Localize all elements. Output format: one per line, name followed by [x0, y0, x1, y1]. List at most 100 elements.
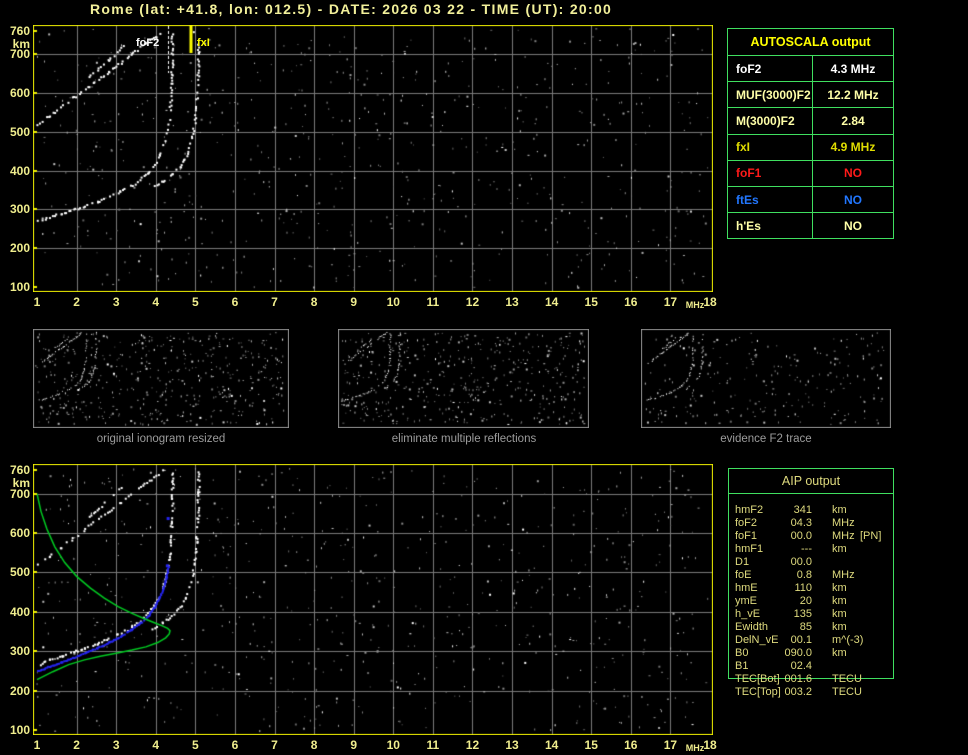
autoscala-table-header: AUTOSCALA output: [750, 35, 871, 49]
parameter-unit: km: [832, 504, 847, 516]
parameter-name: B0: [735, 647, 749, 659]
x-tick-label: 4: [152, 738, 160, 752]
autoscala-row: fxI 4.9 MHz: [728, 133, 893, 160]
parameter-value: 090.0: [784, 647, 812, 659]
aip-row: h_vE 135 km: [728, 608, 892, 621]
x-tick-label: 5: [192, 738, 199, 752]
parameter-name: D1: [735, 556, 750, 568]
frequency-unit-label: MHz: [685, 743, 705, 753]
parameter-value: 341: [793, 504, 812, 516]
x-tick-label: 15: [584, 738, 598, 752]
parameter-unit: km: [832, 595, 847, 607]
parameter-value: NO: [844, 166, 862, 181]
parameter-value: 00.0: [790, 556, 812, 568]
x-tick-label: 4: [152, 295, 160, 309]
parameter-value: ---: [801, 543, 812, 555]
parameter-name: foF1: [735, 530, 758, 542]
y-tick-label: 600: [9, 86, 30, 101]
foF2-marker-label: foF2: [136, 37, 160, 49]
x-tick-label: 14: [544, 295, 559, 309]
x-tick-label: 11: [426, 295, 440, 309]
parameter-value: NO: [844, 192, 862, 207]
panel-evidence-caption: evidence F2 trace: [720, 433, 812, 445]
x-tick-label: 3: [112, 738, 120, 752]
x-tick-label: 15: [584, 295, 598, 309]
parameter-unit: TECU: [832, 686, 862, 698]
parameter-name: MUF(3000)F2: [736, 87, 811, 102]
parameter-name: ftEs: [736, 192, 759, 207]
aip-row: TEC[Top] 003.2 TECU: [728, 686, 892, 699]
aip-row: Ewidth 85 km: [728, 621, 892, 634]
x-tick-label: 17: [663, 295, 678, 309]
top-ionogram-canvas: [33, 25, 713, 292]
x-tick-label: 16: [624, 295, 638, 309]
parameter-value: 00.1: [790, 634, 812, 646]
parameter-unit: MHz: [832, 530, 855, 542]
aip-row: DelN_vE 00.1 m^(-3): [728, 634, 892, 647]
autoscala-output-table: AUTOSCALA output foF2 4.3 MHz MUF(3000)F2 1…: [727, 28, 894, 239]
x-tick-label: 6: [231, 738, 239, 752]
x-tick-label: 7: [271, 738, 278, 752]
parameter-value: 12.2 MHz: [827, 87, 879, 102]
x-tick-label: 16: [624, 738, 638, 752]
parameter-value: 04.3: [790, 517, 812, 529]
x-tick-label: 3: [112, 295, 120, 309]
aip-table-body: hmF2 341 km foF2 04.3 MHz foF1 00.0 MHz [PN] hmF1 -…: [728, 504, 892, 699]
bottom-ionogram-canvas: [33, 464, 713, 735]
autoscala-row: ftEs NO: [728, 185, 893, 212]
y-tick-label: 600: [9, 526, 30, 541]
y-tick-label: 300: [9, 202, 30, 217]
parameter-value: NO: [844, 218, 862, 233]
parameter-name: foF2: [736, 61, 762, 76]
aip-row: foF1 00.0 MHz [PN]: [728, 530, 892, 543]
station-title: Rome (lat: +41.8, lon: 012.5) - DATE: 20…: [90, 1, 613, 17]
x-tick-label: 6: [231, 295, 239, 309]
parameter-value: 0.8: [796, 569, 812, 581]
autoscala-row: MUF(3000)F2 12.2 MHz: [728, 81, 893, 107]
parameter-name: hmF1: [735, 543, 764, 555]
parameter-unit: km: [832, 582, 847, 594]
autoscala-row: h'Es NO: [728, 212, 893, 238]
x-tick-label: 1: [33, 738, 41, 752]
y-tick-label: 400: [9, 163, 30, 178]
x-tick-label: 2: [73, 295, 80, 309]
y-tick-label: 100: [9, 723, 30, 737]
x-tick-label: 8: [310, 738, 318, 752]
x-tick-label: 9: [350, 295, 358, 309]
autoscala-row: M(3000)F2 2.84: [728, 107, 893, 133]
parameter-value: 4.9 MHz: [830, 140, 876, 155]
parameter-name: foF1: [736, 166, 762, 181]
x-tick-label: 2: [73, 738, 80, 752]
x-tick-label: 13: [505, 738, 519, 752]
y-tick-label: 100: [9, 280, 30, 294]
parameter-unit: km: [832, 647, 847, 659]
y-tick-label: 200: [9, 241, 30, 256]
x-tick-label: 9: [350, 738, 358, 752]
parameter-value: 110: [794, 582, 812, 594]
x-tick-label: 7: [271, 295, 278, 309]
aip-row: hmE 110 km: [728, 582, 892, 595]
parameter-name: fxI: [736, 140, 751, 155]
aip-row: D1 00.0: [728, 556, 892, 569]
x-tick-label: 1: [33, 295, 41, 309]
parameter-unit: MHz: [832, 517, 855, 529]
autoscala-row: foF1 NO: [728, 159, 893, 186]
x-tick-label: 13: [505, 295, 519, 309]
parameter-value: 20: [799, 595, 812, 607]
panel-eliminate-reflections-canvas: [338, 329, 589, 428]
autoscala-table-body: foF2 4.3 MHz MUF(3000)F2 12.2 MHz M(3000)F2 2…: [728, 55, 893, 238]
panel-original-caption: original ionogram resized: [96, 433, 226, 445]
parameter-name: foE: [735, 569, 752, 581]
parameter-name: h_vE: [735, 608, 761, 620]
y-tick-label: 200: [9, 683, 30, 698]
parameter-unit: m^(-3): [832, 634, 864, 646]
x-tick-label: 8: [310, 295, 318, 309]
fxI-marker-label: fxI: [197, 37, 210, 49]
parameter-name: foF2: [735, 517, 758, 529]
y-tick-label: 400: [9, 604, 30, 619]
parameter-unit: km: [832, 543, 847, 555]
x-tick-label: 18: [703, 295, 717, 309]
aip-row: TEC[Bot] 001.6 TECU: [728, 673, 892, 686]
parameter-value: 2.84: [841, 113, 865, 128]
parameter-unit: km: [832, 608, 847, 620]
